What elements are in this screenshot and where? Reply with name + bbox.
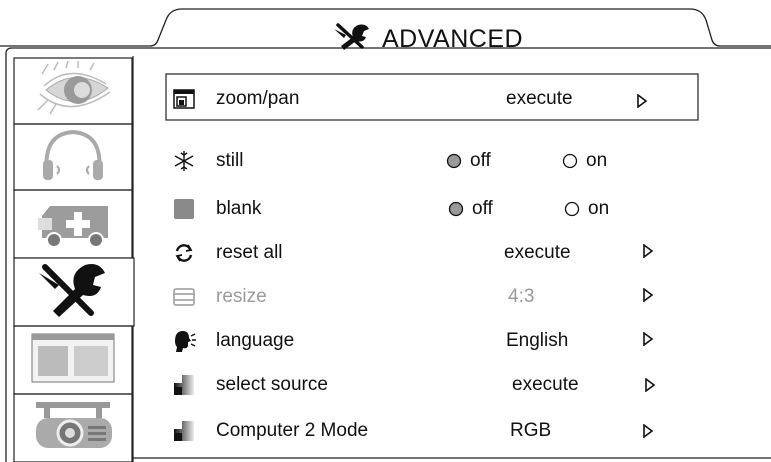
tab-picture[interactable] — [14, 58, 132, 124]
language-value: English — [506, 330, 569, 351]
projector-icon — [30, 398, 116, 459]
menu-item-label: select source — [216, 374, 328, 395]
radio-label: off — [470, 150, 491, 171]
menu-item-label: reset all — [216, 242, 283, 263]
tab-layout[interactable] — [14, 326, 132, 394]
zoom-pan-icon — [172, 87, 196, 111]
menu-item-label: zoom/pan — [216, 88, 300, 109]
radio-selected-icon — [448, 201, 464, 217]
menu-item-label: still — [216, 150, 244, 171]
menu-item-computer-2-mode[interactable]: Computer 2 Mode RGB — [172, 416, 692, 446]
language-icon — [172, 329, 196, 353]
zoom-pan-value: execute — [506, 88, 573, 109]
blank-on-radio[interactable]: on — [564, 198, 609, 220]
menu-item-label: Computer 2 Mode — [216, 420, 369, 441]
reset-icon — [172, 241, 196, 265]
title-label: ADVANCED — [382, 24, 524, 53]
submenu-arrow-icon[interactable] — [636, 92, 648, 114]
ambulance-icon — [32, 194, 114, 255]
snowflake-icon — [172, 149, 196, 173]
menu-item-language[interactable]: language English — [172, 326, 692, 356]
window-layout-icon — [30, 332, 116, 389]
radio-unselected-icon — [562, 153, 578, 169]
menu-item-zoom-pan[interactable]: zoom/pan execute — [172, 84, 692, 114]
menu-item-label: resize — [216, 286, 267, 307]
menu-item-still[interactable]: still off on — [172, 146, 692, 176]
submenu-arrow-icon[interactable] — [644, 376, 656, 398]
resize-value: 4:3 — [508, 286, 535, 307]
submenu-arrow-icon[interactable] — [642, 330, 654, 352]
tools-icon — [332, 21, 372, 58]
menu-item-resize: resize 4:3 — [172, 282, 692, 312]
submenu-arrow-icon[interactable] — [642, 422, 654, 444]
menu-item-label: blank — [216, 198, 262, 219]
tools-icon — [33, 259, 113, 326]
tab-advanced[interactable] — [14, 258, 132, 326]
resize-icon — [172, 285, 196, 309]
blank-off-radio[interactable]: off — [448, 198, 493, 220]
page-title: ADVANCED — [332, 22, 523, 56]
radio-selected-icon — [446, 153, 462, 169]
radio-label: on — [586, 150, 608, 171]
submenu-arrow-icon[interactable] — [642, 242, 654, 264]
source-icon — [172, 373, 196, 397]
tab-setup[interactable] — [14, 190, 132, 258]
computer-2-mode-value: RGB — [510, 420, 552, 441]
reset-all-value: execute — [504, 242, 571, 263]
submenu-arrow-icon — [642, 286, 654, 308]
menu-item-blank[interactable]: blank off on — [172, 194, 692, 224]
menu-item-label: language — [216, 330, 295, 351]
select-source-value: execute — [512, 374, 579, 395]
tab-projector[interactable] — [14, 394, 132, 462]
still-off-radio[interactable]: off — [446, 150, 491, 172]
menu-item-reset-all[interactable]: reset all execute — [172, 238, 692, 268]
radio-label: off — [472, 198, 493, 219]
radio-label: on — [588, 198, 610, 219]
still-on-radio[interactable]: on — [562, 150, 607, 172]
headphones-icon — [33, 126, 113, 189]
tab-audio[interactable] — [14, 124, 132, 190]
eye-icon — [30, 60, 116, 123]
menu-item-select-source[interactable]: select source execute — [172, 370, 692, 400]
blank-square-icon — [172, 197, 196, 221]
radio-unselected-icon — [564, 201, 580, 217]
source-icon — [172, 419, 196, 443]
